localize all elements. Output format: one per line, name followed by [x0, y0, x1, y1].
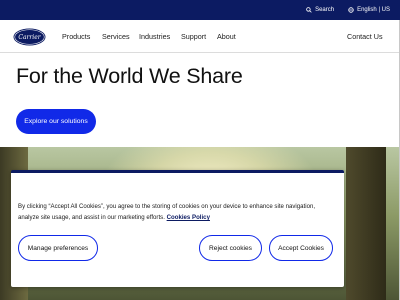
nav-support[interactable]: Support: [181, 32, 206, 41]
globe-icon: [348, 7, 354, 13]
main-navigation: Carrier Products Services Industries Sup…: [0, 20, 399, 53]
manage-preferences-button[interactable]: Manage preferences: [18, 235, 98, 261]
svg-text:Carrier: Carrier: [18, 34, 41, 41]
nav-industries[interactable]: Industries: [139, 32, 170, 41]
cookies-policy-link[interactable]: Cookies Policy: [167, 214, 210, 221]
utility-bar: Search English | US: [0, 0, 400, 20]
hero-title: For the World We Share: [16, 64, 243, 88]
nav-contact-us[interactable]: Contact Us: [347, 32, 383, 41]
language-selector[interactable]: English | US: [348, 7, 390, 13]
reject-cookies-button[interactable]: Reject cookies: [199, 235, 262, 261]
accept-cookies-button[interactable]: Accept Cookies: [269, 235, 333, 261]
nav-products[interactable]: Products: [62, 32, 90, 41]
language-label: English | US: [357, 7, 390, 13]
search-icon: [306, 7, 312, 13]
nav-services[interactable]: Services: [102, 32, 130, 41]
carrier-logo[interactable]: Carrier: [13, 28, 46, 46]
search-label: Search: [315, 7, 335, 13]
cookie-message: By clicking “Accept All Cookies”, you ag…: [18, 202, 336, 224]
search-link[interactable]: Search: [306, 7, 334, 13]
image-column-right: [346, 147, 386, 300]
explore-solutions-button[interactable]: Explore our solutions: [16, 109, 96, 134]
nav-about[interactable]: About: [217, 32, 236, 41]
cookie-consent-banner: By clicking “Accept All Cookies”, you ag…: [11, 170, 344, 287]
